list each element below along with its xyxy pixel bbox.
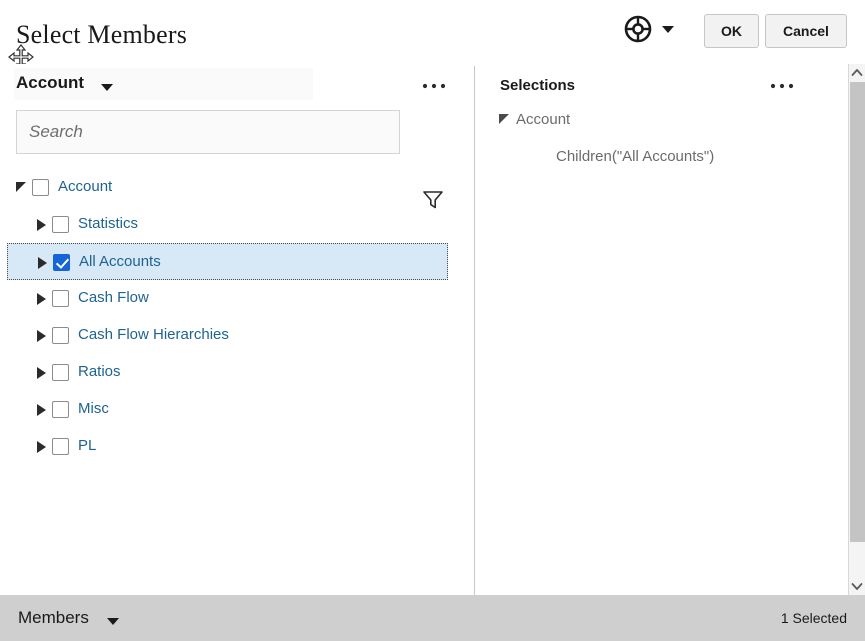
- selections-pane: Selections Account Children("All Account…: [475, 64, 850, 595]
- tree-node-checkbox[interactable]: [52, 290, 69, 307]
- tree-node-label[interactable]: Ratios: [78, 363, 121, 380]
- help-lifesaver-icon[interactable]: [624, 15, 652, 43]
- tree-node-checkbox[interactable]: [52, 438, 69, 455]
- tree-expand-triangle-icon[interactable]: [37, 404, 46, 416]
- footer-mode-selector[interactable]: Members: [18, 608, 89, 628]
- tree-node-label[interactable]: All Accounts: [79, 253, 161, 270]
- selections-more-menu-button[interactable]: [769, 76, 795, 96]
- scroll-up-chevron-icon[interactable]: [849, 64, 865, 81]
- tree-node-checkbox[interactable]: [52, 327, 69, 344]
- selected-count-status: 1 Selected: [781, 610, 847, 626]
- vertical-scrollbar[interactable]: [848, 64, 865, 595]
- scrollbar-thumb[interactable]: [850, 82, 865, 542]
- tree-expand-triangle-icon[interactable]: [38, 257, 47, 269]
- cancel-button[interactable]: Cancel: [765, 14, 847, 48]
- tree-node-checkbox[interactable]: [32, 179, 49, 196]
- tree-expand-triangle-icon[interactable]: [37, 330, 46, 342]
- selections-root-label: Account: [516, 111, 570, 128]
- member-browser-pane: Account Account Statistics All Accounts Cas…: [0, 64, 474, 595]
- tree-node-label[interactable]: Misc: [78, 400, 109, 417]
- tree-row[interactable]: Misc: [0, 391, 474, 428]
- ok-button[interactable]: OK: [704, 14, 759, 48]
- tree-row[interactable]: Cash Flow: [0, 280, 474, 317]
- tree-row[interactable]: Account: [0, 169, 474, 206]
- tree-node-checkbox[interactable]: [52, 216, 69, 233]
- tree-node-label[interactable]: Statistics: [78, 215, 138, 232]
- tree-collapse-triangle-icon[interactable]: [16, 182, 26, 192]
- member-tree: Account Statistics All Accounts Cash Flow Ca…: [0, 169, 474, 465]
- dialog-title-bar: Select Members OK Cancel: [0, 0, 865, 64]
- dialog-footer: Members 1 Selected: [0, 595, 865, 641]
- tree-node-label[interactable]: Account: [58, 178, 112, 195]
- tree-row[interactable]: Cash Flow Hierarchies: [0, 317, 474, 354]
- scroll-down-chevron-icon[interactable]: [849, 578, 865, 595]
- dimension-selector-label[interactable]: Account: [16, 73, 84, 93]
- tree-node-checkbox[interactable]: [52, 364, 69, 381]
- tree-node-label[interactable]: Cash Flow Hierarchies: [78, 326, 229, 343]
- footer-chevron-down-icon[interactable]: [107, 618, 119, 625]
- tree-row[interactable]: PL: [0, 428, 474, 465]
- dimension-chevron-down-icon[interactable]: [101, 84, 113, 91]
- help-chevron-down-icon[interactable]: [662, 26, 674, 33]
- tree-node-label[interactable]: PL: [78, 437, 96, 454]
- tree-row[interactable]: All Accounts: [7, 243, 448, 280]
- selections-title: Selections: [500, 77, 575, 94]
- selections-root-expand-icon[interactable]: [499, 114, 509, 124]
- tree-expand-triangle-icon[interactable]: [37, 367, 46, 379]
- tree-node-checkbox[interactable]: [53, 254, 70, 271]
- left-pane-more-menu-button[interactable]: [421, 76, 447, 96]
- tree-row[interactable]: Ratios: [0, 354, 474, 391]
- page-title: Select Members: [16, 20, 187, 50]
- tree-expand-triangle-icon[interactable]: [37, 219, 46, 231]
- tree-expand-triangle-icon[interactable]: [37, 293, 46, 305]
- tree-node-label[interactable]: Cash Flow: [78, 289, 149, 306]
- tree-node-checkbox[interactable]: [52, 401, 69, 418]
- tree-row[interactable]: Statistics: [0, 206, 474, 243]
- selections-child-item[interactable]: Children("All Accounts"): [556, 148, 714, 165]
- tree-expand-triangle-icon[interactable]: [37, 441, 46, 453]
- search-input[interactable]: [16, 110, 400, 154]
